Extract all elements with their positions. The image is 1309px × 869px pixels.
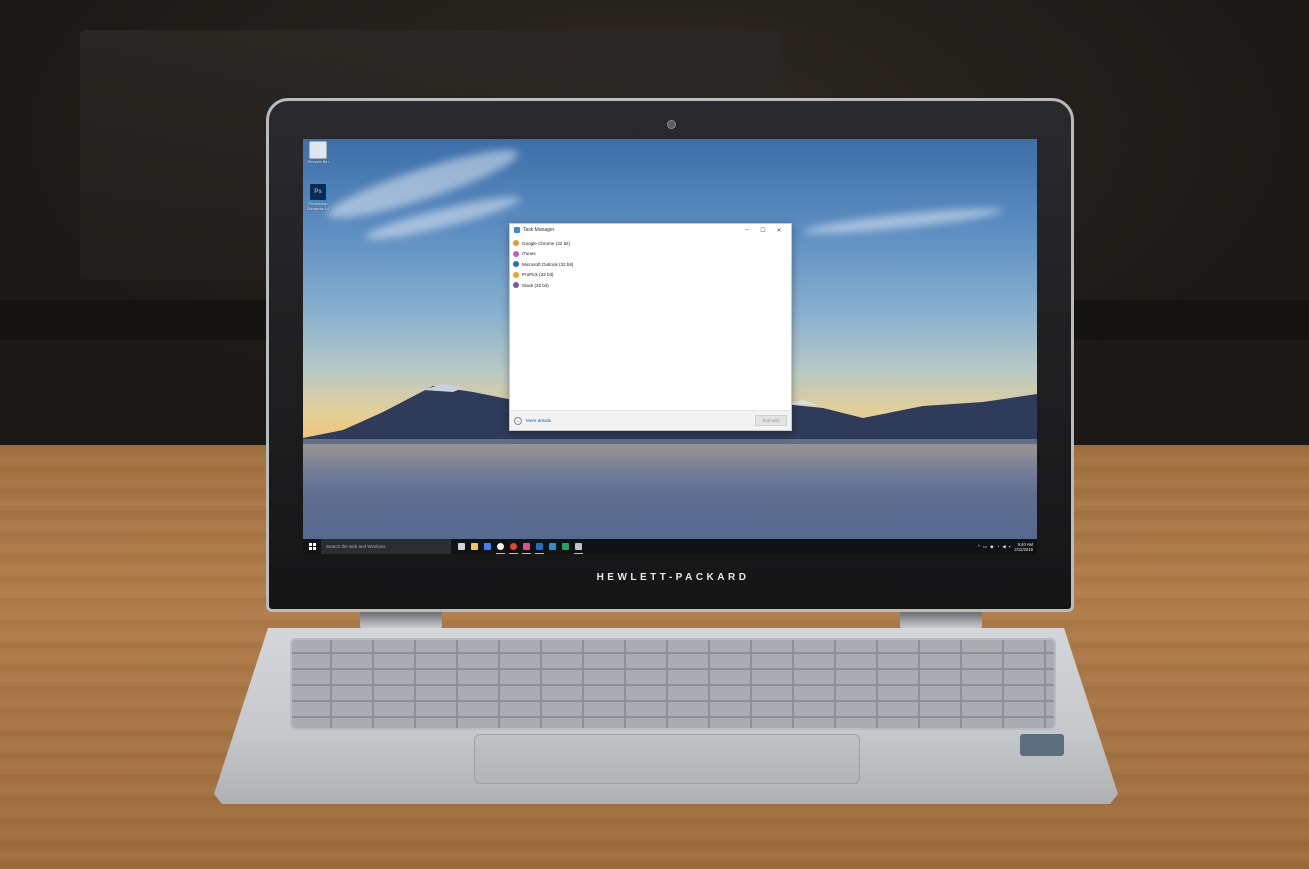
process-name: Google Chrome (32 bit) (522, 240, 571, 246)
brand-logo: HEWLETT-PACKARD (596, 572, 750, 583)
start-button[interactable] (303, 539, 321, 554)
taskbar: Search the web and Windows ^ ▭ ◆ ◔ ◀ ▪ 9… (303, 539, 1037, 554)
process-name: iTunes (522, 251, 536, 257)
process-name: Microsoft Outlook (32 bit) (522, 261, 574, 267)
chrome-icon[interactable] (507, 539, 520, 554)
wallpaper-fog (303, 439, 1037, 539)
clock[interactable]: 9:40 AM 2/12/2016 (1014, 542, 1033, 552)
wallpaper-cloud (802, 203, 1004, 239)
outlook-icon (513, 261, 519, 268)
hinge-right (900, 612, 982, 628)
chevron-down-icon[interactable]: ⌄ (514, 416, 522, 425)
task-manager-window: Task Manager – ☐ ✕ Google Chrome (32 bit… (509, 223, 792, 431)
notification-icon[interactable]: ▪ (1009, 544, 1011, 549)
windows-logo-icon (308, 543, 316, 550)
chrome-icon (513, 240, 519, 247)
photos-icon[interactable] (520, 539, 533, 554)
process-name: Slack (32 bit) (522, 282, 549, 288)
hinge-left (360, 612, 442, 628)
task-manager-icon (514, 227, 520, 233)
task-manager-titlebar[interactable]: Task Manager – ☐ ✕ (510, 224, 791, 236)
photoshop-icon[interactable] (546, 539, 559, 554)
excel-icon[interactable] (559, 539, 572, 554)
volume-icon[interactable]: ◀ (1002, 544, 1005, 550)
webcam-icon (667, 120, 676, 129)
slack-icon (513, 282, 519, 289)
desktop-icon-recycle-bin[interactable]: Recycle Bin (303, 141, 333, 164)
maximize-button[interactable]: ☐ (755, 227, 771, 234)
process-name: ProPick (32 bit) (522, 272, 554, 278)
desktop-icon-photoshop[interactable]: Ps Photoshop Elements 14 (303, 183, 333, 211)
close-button[interactable]: ✕ (771, 227, 787, 234)
task-manager-footer: ⌄ More details End task (510, 410, 791, 430)
process-row[interactable]: Microsoft Outlook (32 bit) (510, 259, 791, 270)
task-view-icon[interactable] (455, 539, 468, 554)
dropbox-icon[interactable]: ◆ (990, 544, 993, 550)
sticker-label (1020, 734, 1064, 756)
window-title: Task Manager (523, 227, 555, 233)
slack-icon[interactable] (572, 539, 585, 554)
keyboard (290, 638, 1056, 730)
app-icon (513, 271, 519, 278)
taskbar-apps (451, 539, 585, 554)
recycle-bin-icon (309, 141, 327, 159)
network-icon[interactable]: ▭ (983, 544, 987, 550)
process-list: Google Chrome (32 bit) iTunes Microsoft … (510, 236, 791, 291)
checkmark-app-icon[interactable] (481, 539, 494, 554)
end-task-button[interactable]: End task (755, 415, 787, 426)
minimize-button[interactable]: – (739, 227, 755, 233)
clock-time: 9:40 AM (1017, 541, 1033, 547)
search-input[interactable]: Search the web and Windows (321, 539, 451, 554)
photoshop-icon: Ps (309, 183, 327, 201)
itunes-icon[interactable] (494, 539, 507, 554)
screen-desktop: Recycle Bin Ps Photoshop Elements 14 Tas… (303, 139, 1037, 554)
more-details-link[interactable]: More details (526, 418, 755, 423)
itunes-icon (513, 250, 519, 257)
process-row[interactable]: Google Chrome (32 bit) (510, 238, 791, 249)
outlook-icon[interactable] (533, 539, 546, 554)
process-row[interactable]: Slack (32 bit) (510, 280, 791, 291)
wifi-icon[interactable]: ◔ (997, 544, 1000, 549)
clock-date: 2/12/2016 (1014, 546, 1033, 552)
trackpad (474, 734, 860, 784)
process-row[interactable]: ProPick (32 bit) (510, 270, 791, 281)
file-explorer-icon[interactable] (468, 539, 481, 554)
process-row[interactable]: iTunes (510, 249, 791, 260)
chevron-up-icon[interactable]: ^ (978, 544, 980, 549)
system-tray: ^ ▭ ◆ ◔ ◀ ▪ 9:40 AM 2/12/2016 (975, 542, 1037, 552)
